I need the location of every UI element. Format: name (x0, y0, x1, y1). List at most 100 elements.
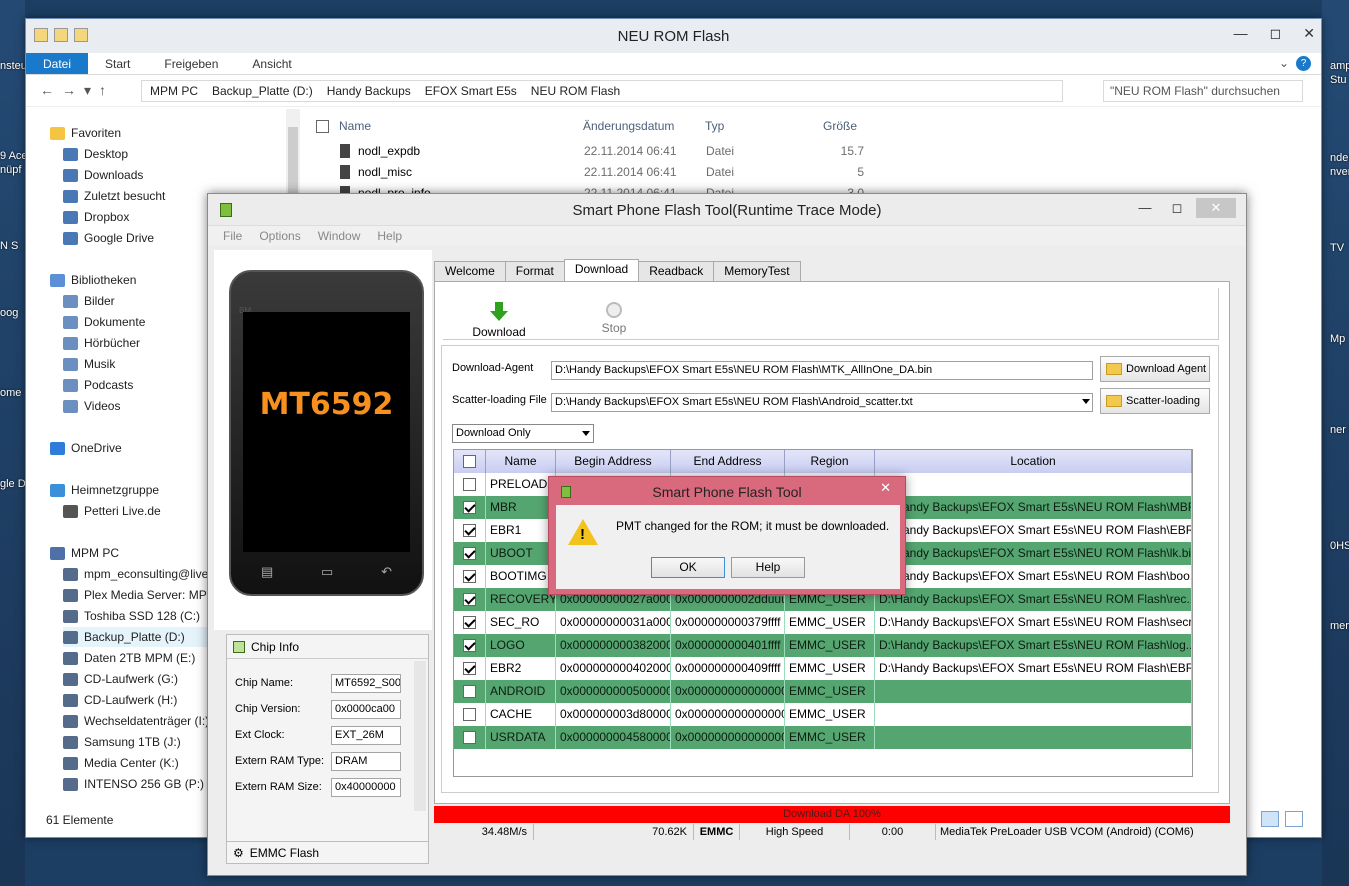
scatter-dropdown-caret[interactable] (1076, 393, 1093, 412)
ribbon-tab-start[interactable]: Start (88, 53, 147, 74)
nav-item-drive[interactable]: Toshiba SSD 128 (C:) (63, 606, 200, 626)
desktop-icon-label[interactable]: 9 Ace (0, 150, 28, 162)
ribbon-tab-ansicht[interactable]: Ansicht (235, 53, 308, 74)
nav-item-drive[interactable]: CD-Laufwerk (G:) (63, 669, 178, 689)
menu-file[interactable]: File (223, 229, 242, 243)
large-icons-view-icon[interactable] (1285, 811, 1303, 827)
desktop-icon-label[interactable]: Stu (1330, 74, 1347, 86)
menu-options[interactable]: Options (259, 229, 300, 243)
nav-item-drive[interactable]: Daten 2TB MPM (E:) (63, 648, 195, 668)
nav-item-library[interactable]: Podcasts (63, 375, 133, 395)
row-checkbox-cell[interactable] (454, 657, 486, 680)
breadcrumb[interactable]: MPM PC Backup_Platte (D:) Handy Backups … (141, 80, 1063, 102)
table-row[interactable]: SEC_RO 0x00000000031a0000 0x000000000379ff… (454, 611, 1192, 634)
desktop-icon-label[interactable]: mera (1330, 620, 1349, 632)
file-row[interactable]: nodl_expdb 22.11.2014 06:41 Datei 15.7 (308, 140, 864, 161)
row-checkbox-cell[interactable] (454, 680, 486, 703)
maximize-icon[interactable]: ◻ (1270, 25, 1282, 42)
nav-item-drive[interactable]: Plex Media Server: MPM (63, 585, 217, 605)
back-icon[interactable]: ← (40, 82, 54, 99)
row-checkbox[interactable] (463, 639, 476, 652)
desktop-icon-label[interactable]: TV (1330, 242, 1344, 254)
row-checkbox[interactable] (463, 501, 476, 514)
maximize-icon[interactable]: ◻ (1164, 198, 1190, 218)
stop-button[interactable]: Stop (584, 294, 644, 335)
help-button[interactable]: Help (731, 557, 805, 578)
row-checkbox[interactable] (463, 570, 476, 583)
row-checkbox-cell[interactable] (454, 473, 486, 496)
nav-item-drive[interactable]: CD-Laufwerk (H:) (63, 690, 177, 710)
select-all-checkbox[interactable] (463, 455, 476, 468)
scatter-loading-button[interactable]: Scatter-loading (1100, 388, 1210, 414)
table-row[interactable]: ANDROID 0x0000000005000000 0x0000000000000… (454, 680, 1192, 703)
breadcrumb-pc[interactable]: MPM PC (150, 84, 198, 98)
tab-welcome[interactable]: Welcome (434, 261, 506, 281)
nav-item-drive[interactable]: MEMORYCARD (\\EPSO (63, 795, 219, 799)
nav-item-drive[interactable]: Media Center (K:) (63, 753, 179, 773)
scatter-loading-field[interactable]: D:\Handy Backups\EFOX Smart E5s\NEU ROM … (551, 393, 1093, 412)
menu-help[interactable]: Help (377, 229, 402, 243)
emmc-flash-panel[interactable]: ⚙ EMMC Flash (226, 842, 429, 864)
row-checkbox[interactable] (463, 478, 476, 491)
row-checkbox[interactable] (463, 731, 476, 744)
ribbon-tab-freigeben[interactable]: Freigeben (147, 53, 235, 74)
desktop-icon-label[interactable]: nsteu (0, 60, 27, 72)
minimize-icon[interactable]: — (1132, 198, 1158, 218)
nav-item-favorite[interactable]: Zuletzt besucht (63, 186, 165, 206)
breadcrumb-neu-rom[interactable]: NEU ROM Flash (531, 84, 620, 98)
row-checkbox-cell[interactable] (454, 703, 486, 726)
tab-readback[interactable]: Readback (638, 261, 715, 281)
nav-item-library[interactable]: Hörbücher (63, 333, 140, 353)
row-checkbox-cell[interactable] (454, 496, 486, 519)
mode-select[interactable]: Download Only (452, 424, 594, 443)
nav-item-favorite[interactable]: Google Drive (63, 228, 154, 248)
ok-button[interactable]: OK (651, 557, 725, 578)
row-checkbox[interactable] (463, 685, 476, 698)
details-view-icon[interactable] (1261, 811, 1279, 827)
nav-item-drive[interactable]: mpm_econsulting@live (63, 564, 208, 584)
nav-item-drive[interactable]: Samsung 1TB (J:) (63, 732, 181, 752)
help-icon[interactable]: ? (1296, 56, 1311, 71)
close-icon[interactable]: ✕ (1196, 198, 1236, 218)
nav-onedrive[interactable]: OneDrive (50, 438, 122, 458)
download-agent-button[interactable]: Download Agent (1100, 356, 1210, 382)
breadcrumb-handy-backups[interactable]: Handy Backups (327, 84, 411, 98)
nav-item-library[interactable]: Musik (63, 354, 115, 374)
row-checkbox-cell[interactable] (454, 588, 486, 611)
nav-item-library[interactable]: Bilder (63, 291, 115, 311)
nav-item-library[interactable]: Dokumente (63, 312, 145, 332)
desktop-icon-label[interactable]: gle D (0, 478, 26, 490)
desktop-icon-label[interactable]: N S (0, 240, 18, 252)
nav-homegroup[interactable]: Heimnetzgruppe (50, 480, 159, 500)
desktop-icon-label[interactable]: nvert (1330, 166, 1349, 178)
chip-info-scrollbar[interactable] (414, 661, 426, 811)
up-icon[interactable]: ↑ (99, 82, 106, 99)
search-input[interactable]: "NEU ROM Flash" durchsuchen (1103, 80, 1303, 102)
recent-dropdown-icon[interactable]: ▾ (84, 82, 91, 99)
table-row[interactable]: USRDATA 0x0000000045800000 0x0000000000000… (454, 726, 1192, 749)
forward-icon[interactable]: → (62, 82, 76, 99)
desktop-icon-label[interactable]: nüpf (0, 164, 21, 176)
file-row[interactable]: nodl_misc 22.11.2014 06:41 Datei 5 (308, 161, 864, 182)
table-row[interactable]: EBR2 0x0000000004020000 0x000000000409ffff… (454, 657, 1192, 680)
close-icon[interactable]: ✕ (1303, 25, 1315, 42)
row-checkbox[interactable] (463, 593, 476, 606)
desktop-icon-label[interactable]: Mp (1330, 333, 1345, 345)
nav-item-favorite[interactable]: Desktop (63, 144, 128, 164)
desktop-icon-label[interactable]: 0HS (1330, 540, 1349, 552)
row-checkbox[interactable] (463, 662, 476, 675)
row-checkbox[interactable] (463, 708, 476, 721)
download-agent-field[interactable]: D:\Handy Backups\EFOX Smart E5s\NEU ROM … (551, 361, 1093, 380)
nav-item-favorite[interactable]: Downloads (63, 165, 143, 185)
breadcrumb-efox[interactable]: EFOX Smart E5s (425, 84, 517, 98)
breadcrumb-drive[interactable]: Backup_Platte (D:) (212, 84, 313, 98)
desktop-icon-label[interactable]: ome (0, 387, 21, 399)
row-checkbox-cell[interactable] (454, 634, 486, 657)
column-date[interactable]: Änderungsdatum (583, 119, 705, 133)
tab-format[interactable]: Format (504, 261, 565, 281)
row-checkbox-cell[interactable] (454, 611, 486, 634)
desktop-icon-label[interactable]: oog (0, 307, 18, 319)
row-checkbox[interactable] (463, 524, 476, 537)
nav-item-favorite[interactable]: Dropbox (63, 207, 129, 227)
select-all-checkbox-cell[interactable] (454, 450, 486, 473)
